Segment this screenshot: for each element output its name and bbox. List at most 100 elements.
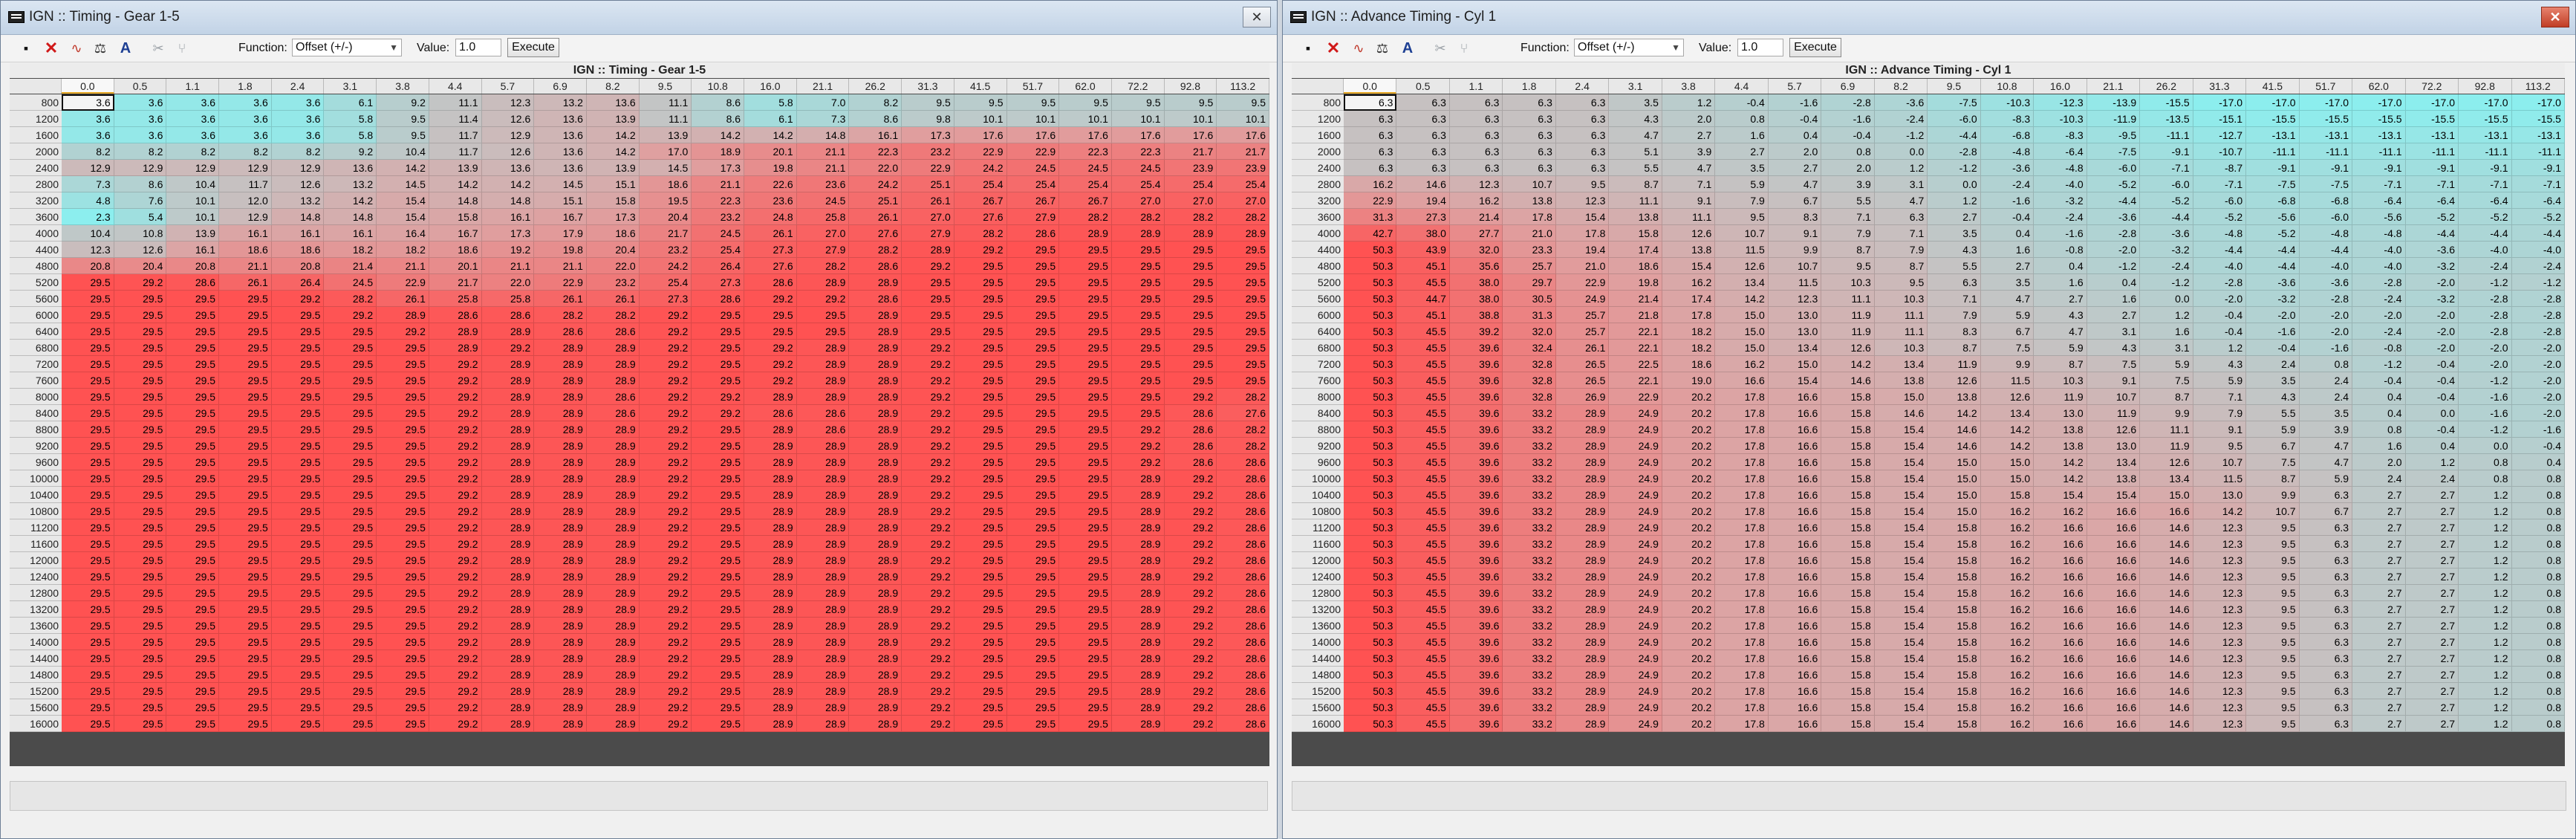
table-cell[interactable]: 16.2 [1980, 601, 2035, 618]
timing-gear-window[interactable]: IGN :: Timing - Gear 1-5 ✕ ▪ ✕ ∿ ⚖ A ✂ ⑂… [0, 0, 1278, 839]
table-cell[interactable]: -1.2 [2087, 258, 2141, 274]
table-cell[interactable]: 17.8 [1715, 667, 1769, 683]
row-header[interactable]: 11200 [1292, 519, 1344, 536]
table-cell[interactable]: 24.5 [1111, 160, 1165, 176]
table-cell[interactable]: 23.2 [586, 274, 640, 291]
column-header[interactable]: 41.5 [2246, 79, 2300, 94]
table-cell[interactable]: 6.3 [2299, 667, 2353, 683]
table-cell[interactable]: 22.6 [744, 176, 797, 192]
table-cell[interactable]: 22.0 [586, 258, 640, 274]
table-cell[interactable]: 29.2 [429, 487, 482, 503]
table-cell[interactable]: 29.5 [902, 291, 954, 307]
table-cell[interactable]: 16.6 [1768, 454, 1822, 470]
table-cell[interactable]: 28.9 [1111, 716, 1165, 732]
table-cell[interactable]: 29.2 [902, 650, 954, 667]
table-cell[interactable]: -2.8 [1928, 143, 1981, 160]
table-cell[interactable]: 4.3 [1609, 111, 1662, 127]
row-header[interactable]: 7200 [10, 356, 62, 372]
table-cell[interactable]: 14.2 [586, 143, 640, 160]
row-header[interactable]: 8400 [10, 405, 62, 421]
table-cell[interactable]: -0.4 [2405, 389, 2459, 405]
table-cell[interactable]: 28.9 [534, 585, 587, 601]
table-cell[interactable]: 13.9 [166, 225, 220, 242]
table-cell[interactable]: 14.8 [481, 192, 535, 209]
table-cell[interactable]: 29.2 [744, 356, 797, 372]
table-cell[interactable]: 29.5 [1006, 634, 1060, 650]
row-header[interactable]: 15600 [1292, 699, 1344, 716]
table-cell[interactable]: -1.2 [2352, 356, 2406, 372]
table-cell[interactable]: 28.6 [1006, 225, 1060, 242]
table-cell[interactable]: 39.6 [1449, 716, 1503, 732]
table-cell[interactable]: -2.4 [2459, 258, 2512, 274]
table-cell[interactable]: 13.6 [534, 143, 587, 160]
table-cell[interactable]: 0.8 [2511, 601, 2565, 618]
table-cell[interactable]: 19.8 [744, 160, 797, 176]
table-cell[interactable]: 29.5 [902, 274, 954, 291]
column-header[interactable]: 9.5 [639, 79, 692, 94]
table-cell[interactable]: 28.9 [849, 568, 902, 585]
table-cell[interactable]: 12.9 [219, 209, 272, 225]
table-cell[interactable]: -3.6 [2140, 225, 2193, 242]
table-cell[interactable]: 11.1 [1662, 209, 1716, 225]
table-cell[interactable]: 28.6 [744, 405, 797, 421]
table-cell[interactable]: 14.6 [1928, 438, 1981, 454]
cut-icon[interactable]: ✂ [1431, 39, 1449, 57]
table-cell[interactable]: 28.9 [1059, 225, 1112, 242]
table-cell[interactable]: 24.9 [1609, 683, 1662, 699]
row-header[interactable]: 6400 [10, 323, 62, 340]
table-cell[interactable]: 2.7 [1715, 143, 1769, 160]
table-cell[interactable]: 28.9 [1111, 470, 1165, 487]
table-cell[interactable]: -2.0 [2511, 389, 2565, 405]
table-cell[interactable]: 29.2 [429, 470, 482, 487]
table-cell[interactable]: 45.5 [1396, 487, 1450, 503]
column-header[interactable]: 1.8 [219, 79, 272, 94]
table-cell[interactable]: -1.2 [2511, 274, 2565, 291]
table-cell[interactable]: -4.8 [1980, 143, 2035, 160]
table-cell[interactable]: 13.4 [1768, 340, 1822, 356]
table-cell[interactable]: 29.5 [1217, 291, 1269, 307]
table-cell[interactable]: 50.3 [1344, 683, 1397, 699]
column-header[interactable]: 8.2 [586, 79, 640, 94]
table-cell[interactable]: -11.1 [2246, 143, 2300, 160]
table-cell[interactable]: 24.9 [1609, 716, 1662, 732]
table-cell[interactable]: 14.2 [692, 127, 745, 143]
table-cell[interactable]: 29.5 [166, 340, 220, 356]
table-cell[interactable]: 13.0 [2034, 405, 2087, 421]
table-cell[interactable]: 16.6 [1768, 552, 1822, 568]
save-icon[interactable]: ▪ [1299, 39, 1317, 57]
table-cell[interactable]: 25.4 [1164, 176, 1217, 192]
table-cell[interactable]: 2.7 [2352, 716, 2406, 732]
column-header[interactable]: 26.2 [2140, 79, 2193, 94]
table-cell[interactable]: 7.6 [114, 192, 167, 209]
row-header[interactable]: 8800 [10, 421, 62, 438]
table-cell[interactable]: -6.0 [2087, 160, 2141, 176]
table-cell[interactable]: -2.8 [2299, 291, 2353, 307]
table-cell[interactable]: 10.3 [1874, 340, 1928, 356]
table-cell[interactable]: 2.7 [2352, 683, 2406, 699]
table-cell[interactable]: 28.9 [586, 683, 640, 699]
table-cell[interactable]: 15.0 [1980, 470, 2035, 487]
table-cell[interactable]: 29.5 [219, 487, 272, 503]
table-cell[interactable]: 7.1 [2193, 389, 2247, 405]
table-cell[interactable]: 29.2 [902, 258, 954, 274]
table-cell[interactable]: 29.2 [744, 372, 797, 389]
table-cell[interactable]: 14.6 [2140, 650, 2193, 667]
table-cell[interactable]: 29.5 [219, 503, 272, 519]
table-cell[interactable]: 28.9 [1555, 585, 1610, 601]
table-cell[interactable]: -7.1 [2352, 176, 2406, 192]
table-cell[interactable]: 2.7 [2034, 291, 2087, 307]
table-cell[interactable]: 29.5 [219, 356, 272, 372]
table-cell[interactable]: 6.3 [1503, 160, 1556, 176]
table-cell[interactable]: 45.5 [1396, 601, 1450, 618]
table-cell[interactable]: 22.3 [1059, 143, 1112, 160]
table-cell[interactable]: 16.6 [1768, 568, 1822, 585]
table-cell[interactable]: 28.6 [849, 258, 902, 274]
table-cell[interactable]: 26.7 [954, 192, 1007, 209]
table-cell[interactable]: -6.0 [1928, 111, 1981, 127]
table-cell[interactable]: 29.5 [692, 438, 745, 454]
table-cell[interactable]: 17.8 [1715, 634, 1769, 650]
table-cell[interactable]: 28.9 [1555, 454, 1610, 470]
table-cell[interactable]: 12.6 [271, 176, 325, 192]
balance-icon[interactable]: ⚖ [1373, 39, 1391, 57]
table-cell[interactable]: 29.5 [324, 340, 377, 356]
